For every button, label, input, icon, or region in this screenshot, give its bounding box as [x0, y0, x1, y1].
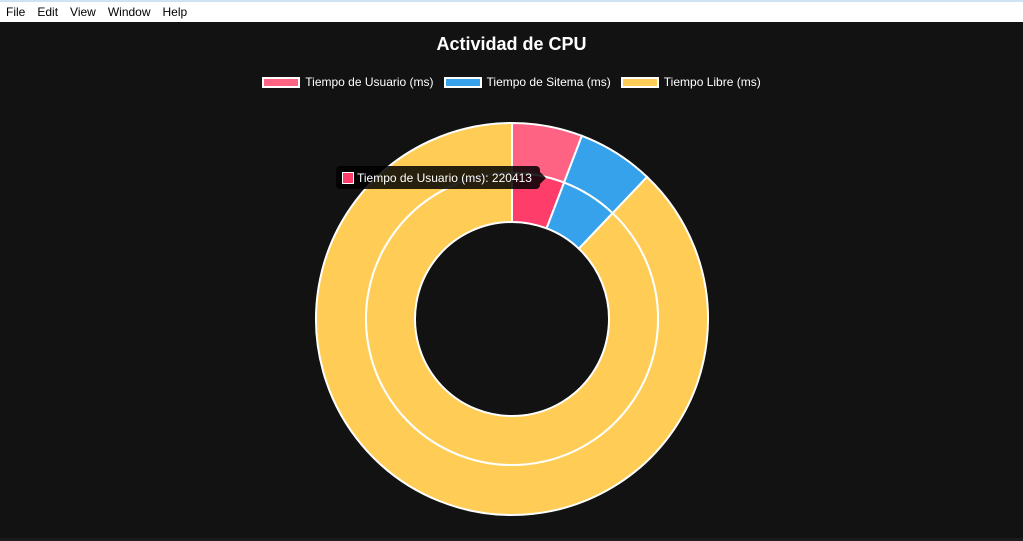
tooltip-text: Tiempo de Usuario (ms): 220413 [357, 170, 532, 185]
doughnut-chart [315, 121, 709, 516]
chart-tooltip: Tiempo de Usuario (ms): 220413 [336, 166, 546, 189]
inner-ring-slice-idle[interactable] [365, 171, 659, 466]
tooltip-swatch [342, 171, 354, 184]
